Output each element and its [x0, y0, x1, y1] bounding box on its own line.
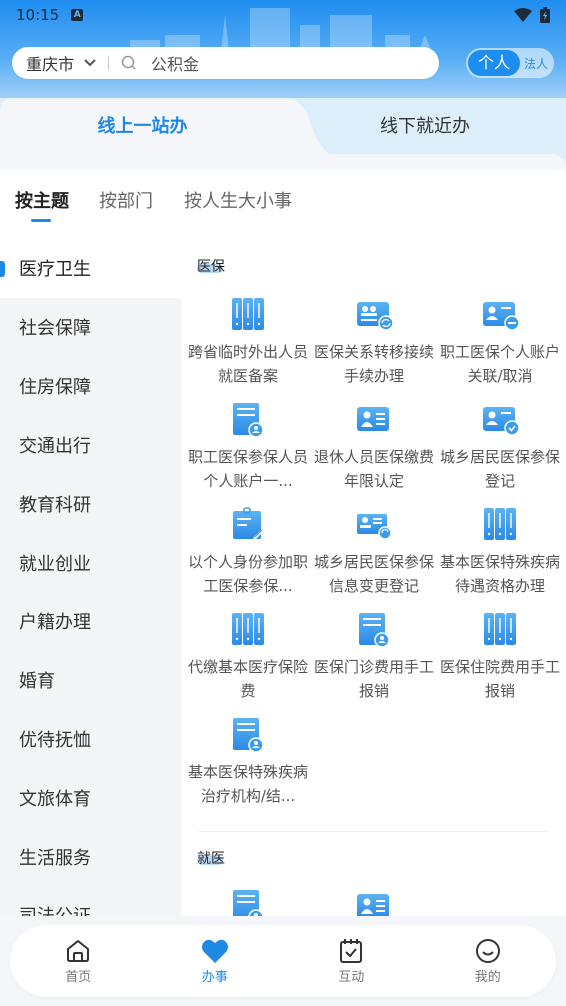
id-card-person-icon	[357, 407, 389, 431]
service-item-label: 医保关系转移接续手续办理	[313, 343, 434, 385]
sidebar-item-education[interactable]: 教育科研	[0, 474, 181, 533]
nav-services[interactable]: 办事	[147, 925, 284, 997]
binders-icon	[484, 613, 516, 645]
battery-icon	[540, 7, 550, 23]
service-item-label: 职工医保参保人员个人账户一...	[187, 448, 308, 490]
document-person-icon	[233, 403, 264, 438]
service-item-label: 城乡居民医保参保信息变更登记	[313, 553, 434, 595]
tab-by-department[interactable]: 按部门	[99, 187, 153, 213]
service-item[interactable]: 职工医保个人账户关联/取消	[437, 294, 563, 399]
service-item[interactable]: 医保住院费用手工报销	[437, 609, 563, 714]
wifi-icon	[514, 8, 532, 22]
binders-icon	[484, 508, 516, 540]
search-row: 重庆市 公积金 个人 法人	[12, 47, 554, 79]
city-selector[interactable]: 重庆市	[26, 51, 74, 75]
service-item[interactable]: 职工医保参保人员个人账户一...	[185, 399, 311, 504]
tab-offline-service[interactable]: 线下就近办	[300, 112, 550, 138]
bottom-nav: 首页 办事 互动 我的	[10, 925, 556, 997]
id-card-transfer-icon	[357, 302, 393, 331]
service-item-label: 医保门诊费用手工报销	[313, 658, 434, 700]
search-bar[interactable]: 重庆市 公积金	[12, 47, 439, 79]
document-person-icon	[233, 718, 264, 753]
binders-icon	[232, 298, 264, 330]
section-title-medical-insurance: 医保	[197, 259, 225, 275]
toggle-personal[interactable]: 个人	[468, 50, 520, 76]
sidebar-item-social-security[interactable]: 社会保障	[0, 298, 181, 357]
service-item-label: 基本医保特殊疾病待遇资格办理	[439, 553, 560, 595]
service-item[interactable]: 以个人身份参加职工医保参保...	[185, 504, 311, 609]
service-item[interactable]	[311, 886, 437, 916]
category-tabs: 按主题 按部门 按人生大小事	[0, 170, 566, 238]
section-title-medical-care: 就医	[197, 851, 225, 867]
service-grid: 跨省临时外出人员就医备案 医保关系转移接续手续办理 职工医保个人账户关联/取消职工医…	[185, 294, 566, 819]
sidebar-item-medical[interactable]: 医疗卫生	[0, 238, 181, 298]
user-type-toggle[interactable]: 个人 法人	[466, 48, 554, 78]
service-item[interactable]: 医保关系转移接续手续办理	[311, 294, 437, 399]
status-time: 10:15	[16, 6, 60, 24]
sidebar-item-life-services[interactable]: 生活服务	[0, 827, 181, 886]
sidebar-item-household[interactable]: 户籍办理	[0, 592, 181, 651]
tab-online-service[interactable]: 线上一站办	[0, 112, 285, 138]
document-person-icon	[233, 890, 264, 916]
service-grid	[185, 886, 566, 916]
service-item-label: 城乡居民医保参保登记	[439, 448, 560, 490]
id-card-check-icon	[483, 407, 519, 436]
binders-icon	[232, 613, 264, 645]
sidebar-item-notary[interactable]: 司法公证	[0, 886, 181, 916]
status-bar: 10:15 A	[0, 0, 566, 30]
id-card-person-icon	[357, 894, 389, 916]
service-item-label: 代缴基本医疗保险费	[187, 658, 308, 700]
heart-icon	[201, 939, 228, 963]
service-item[interactable]: 医保门诊费用手工报销	[311, 609, 437, 714]
smile-icon	[475, 939, 500, 963]
nav-interact[interactable]: 互动	[283, 925, 420, 997]
tab-by-life-events[interactable]: 按人生大小事	[184, 187, 292, 213]
service-item[interactable]: 城乡居民医保参保信息变更登记	[311, 504, 437, 609]
service-item[interactable]: 跨省临时外出人员就医备案	[185, 294, 311, 399]
service-item-label: 基本医保特殊疾病治疗机构/结...	[187, 763, 308, 805]
service-content: 医保 跨省临时外出人员就医备案 医保关系转移接续手续办理 职工医保个人账户关联/取消…	[181, 238, 566, 916]
document-person-icon	[359, 613, 390, 648]
active-tab-underline	[31, 219, 51, 222]
chevron-down-icon[interactable]	[84, 59, 96, 67]
search-icon	[121, 55, 137, 71]
service-item[interactable]: 退休人员医保缴费年限认定	[311, 399, 437, 504]
toggle-legal[interactable]: 法人	[520, 55, 552, 72]
service-item-label: 以个人身份参加职工医保参保...	[187, 553, 308, 595]
service-item[interactable]: 基本医保特殊疾病治疗机构/结...	[185, 714, 311, 819]
sidebar-item-veterans[interactable]: 优待抚恤	[0, 710, 181, 769]
search-separator	[108, 56, 110, 70]
calendar-check-icon	[340, 939, 363, 963]
service-item-label: 退休人员医保缴费年限认定	[313, 448, 434, 490]
sidebar-item-culture-sports[interactable]: 文旅体育	[0, 768, 181, 827]
sidebar-item-employment[interactable]: 就业创业	[0, 533, 181, 592]
sidebar-item-housing[interactable]: 住房保障	[0, 357, 181, 416]
id-card-refresh-icon	[357, 514, 392, 540]
active-indicator	[0, 261, 5, 277]
service-item-label: 医保住院费用手工报销	[439, 658, 560, 700]
id-card-minus-icon	[483, 302, 519, 331]
service-item[interactable]: 代缴基本医疗保险费	[185, 609, 311, 714]
service-item-label: 职工医保个人账户关联/取消	[439, 343, 560, 385]
clipboard-edit-icon	[233, 507, 264, 540]
theme-sidebar: 医疗卫生 社会保障 住房保障 交通出行 教育科研 就业创业 户籍办理 婚育 优待…	[0, 238, 181, 916]
sidebar-item-transport[interactable]: 交通出行	[0, 416, 181, 475]
notification-badge-icon: A	[71, 9, 84, 21]
nav-mine[interactable]: 我的	[420, 925, 557, 997]
service-item[interactable]	[185, 886, 311, 916]
home-icon	[67, 940, 90, 962]
service-item-label: 跨省临时外出人员就医备案	[187, 343, 308, 385]
service-item[interactable]: 基本医保特殊疾病待遇资格办理	[437, 504, 563, 609]
service-tabs: 线上一站办 线下就近办	[0, 98, 566, 170]
nav-home[interactable]: 首页	[10, 925, 147, 997]
sidebar-item-marriage[interactable]: 婚育	[0, 651, 181, 710]
tab-by-theme[interactable]: 按主题	[15, 187, 69, 213]
service-item[interactable]: 城乡居民医保参保登记	[437, 399, 563, 504]
search-input[interactable]: 公积金	[151, 51, 199, 75]
